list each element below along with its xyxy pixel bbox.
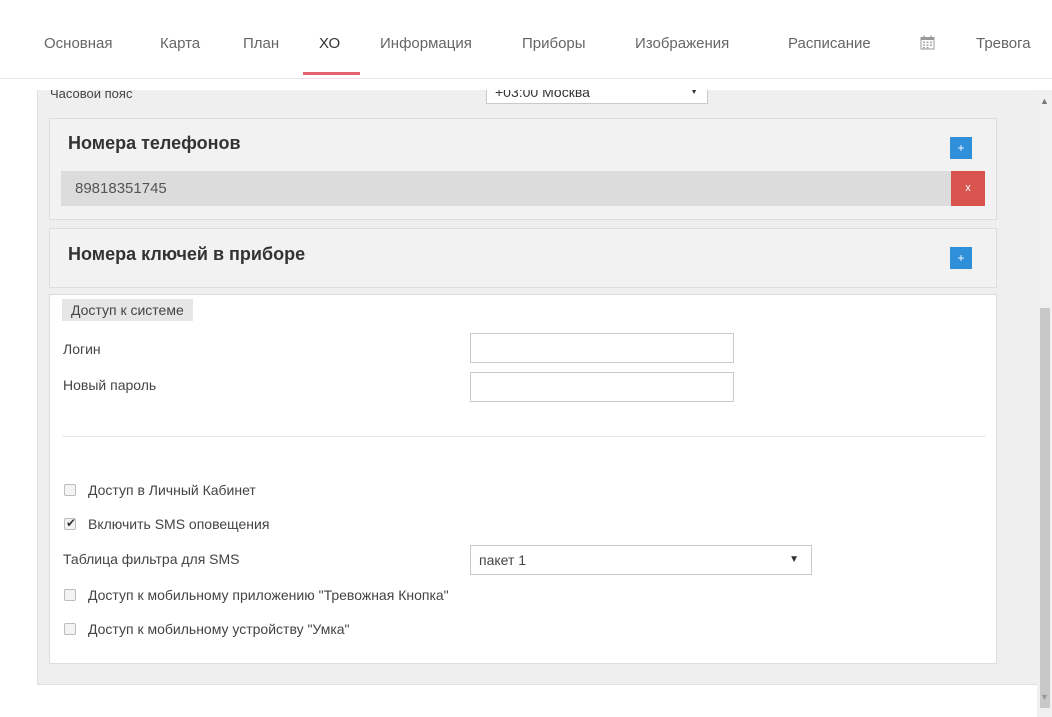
password-label: Новый пароль	[63, 377, 157, 393]
phone-number: 89818351745	[75, 180, 167, 197]
tab-plan[interactable]: План	[243, 34, 279, 54]
sms-filter-value: пакет 1	[479, 552, 527, 568]
sms-enable-label: Включить SMS оповещения	[88, 516, 270, 532]
scroll-down-arrow-icon[interactable]: ▼	[1040, 692, 1049, 702]
scroll-content: Часовой пояс +03:00 Москва ▼ Номера теле…	[37, 90, 1039, 685]
umka-device-label: Доступ к мобильному устройству "Умка"	[88, 621, 350, 637]
calendar-icon[interactable]	[920, 35, 935, 50]
timezone-select[interactable]: +03:00 Москва ▼	[486, 90, 708, 104]
tab-bar: Основная Карта План ХО Информация Прибор…	[0, 0, 1052, 79]
timezone-value: +03:00 Москва	[495, 90, 590, 100]
timezone-row: Часовой пояс +03:00 Москва ▼	[50, 90, 1020, 110]
active-tab-indicator	[303, 72, 360, 75]
dropdown-arrow-icon: ▼	[689, 90, 699, 97]
tab-trevoga[interactable]: Тревога	[976, 34, 1031, 54]
phone-row: 89818351745 x	[61, 171, 985, 206]
tab-informatsiya[interactable]: Информация	[380, 34, 472, 54]
add-key-button[interactable]: +	[950, 247, 972, 269]
password-input[interactable]	[470, 372, 734, 402]
sms-filter-label: Таблица фильтра для SMS	[63, 551, 240, 567]
sms-filter-select[interactable]: пакет 1 ▼	[470, 545, 812, 575]
tab-izobrazheniya[interactable]: Изображения	[635, 34, 729, 54]
keys-panel: Номера ключей в приборе +	[49, 228, 997, 288]
tab-karta[interactable]: Карта	[160, 34, 200, 54]
timezone-label: Часовой пояс	[50, 90, 133, 101]
cabinet-access-label: Доступ в Личный Кабинет	[88, 482, 256, 498]
tab-xo[interactable]: ХО	[319, 34, 340, 54]
login-input[interactable]	[470, 333, 734, 363]
dropdown-arrow-icon: ▼	[789, 554, 799, 565]
add-phone-button[interactable]: +	[950, 137, 972, 159]
mobile-app-checkbox[interactable]	[64, 589, 76, 601]
scrollbar-thumb[interactable]	[1040, 308, 1050, 708]
divider	[62, 436, 986, 437]
sms-enable-checkbox[interactable]: ✔	[64, 516, 77, 530]
phones-title: Номера телефонов	[68, 133, 241, 153]
tab-osnovnaya[interactable]: Основная	[44, 34, 113, 54]
vertical-scrollbar[interactable]: ▲ ▼	[1037, 90, 1052, 717]
mobile-app-label: Доступ к мобильному приложению "Тревожна…	[88, 587, 449, 603]
cabinet-access-checkbox[interactable]	[64, 484, 76, 496]
login-label: Логин	[63, 341, 101, 357]
tab-raspisanie[interactable]: Расписание	[788, 34, 871, 54]
scroll-up-arrow-icon[interactable]: ▲	[1040, 96, 1049, 106]
access-legend: Доступ к системе	[62, 299, 193, 321]
checkmark-icon: ✔	[66, 516, 77, 530]
delete-phone-button[interactable]: x	[951, 171, 985, 206]
access-panel: Доступ к системе Логин Новый пароль Дост…	[49, 294, 997, 664]
phones-panel: Номера телефонов + 89818351745 x	[49, 118, 997, 220]
umka-device-checkbox[interactable]	[64, 623, 76, 635]
keys-title: Номера ключей в приборе	[68, 244, 306, 264]
tab-pribory[interactable]: Приборы	[522, 34, 586, 54]
